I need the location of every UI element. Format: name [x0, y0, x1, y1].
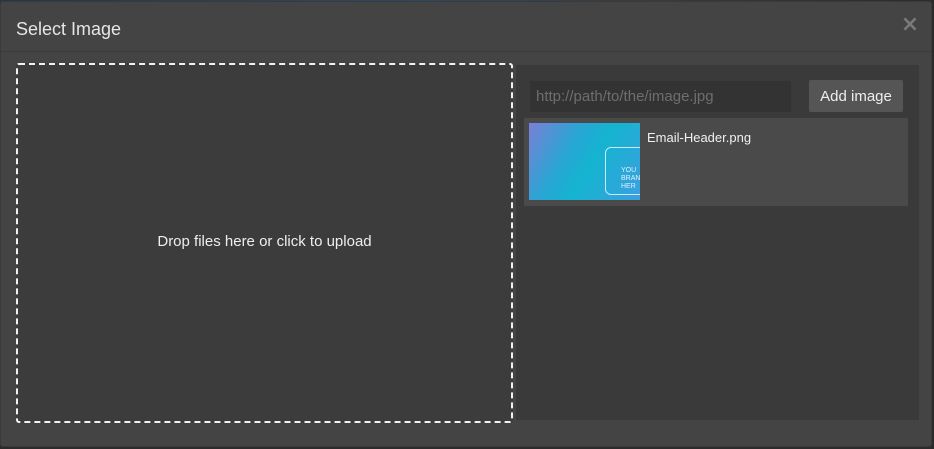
- file-dropzone[interactable]: Drop files here or click to upload: [16, 63, 513, 423]
- asset-thumbnail: YOU BRAN HER: [529, 123, 640, 200]
- select-image-modal: Select Image × Drop files here or click …: [0, 1, 932, 447]
- asset-item[interactable]: YOU BRAN HER Email-Header.png: [524, 118, 908, 206]
- asset-name: Email-Header.png: [647, 130, 752, 145]
- modal-header: Select Image ×: [1, 2, 931, 52]
- image-url-input[interactable]: [530, 81, 791, 112]
- asset-panel: Add image YOU BRAN HER Email-Header.png: [516, 65, 919, 420]
- add-image-button[interactable]: Add image: [809, 80, 903, 112]
- close-icon[interactable]: ×: [899, 14, 921, 36]
- thumbnail-text: YOU BRAN HER: [621, 167, 640, 190]
- dropzone-label: Drop files here or click to upload: [157, 233, 372, 250]
- modal-title: Select Image: [16, 19, 122, 39]
